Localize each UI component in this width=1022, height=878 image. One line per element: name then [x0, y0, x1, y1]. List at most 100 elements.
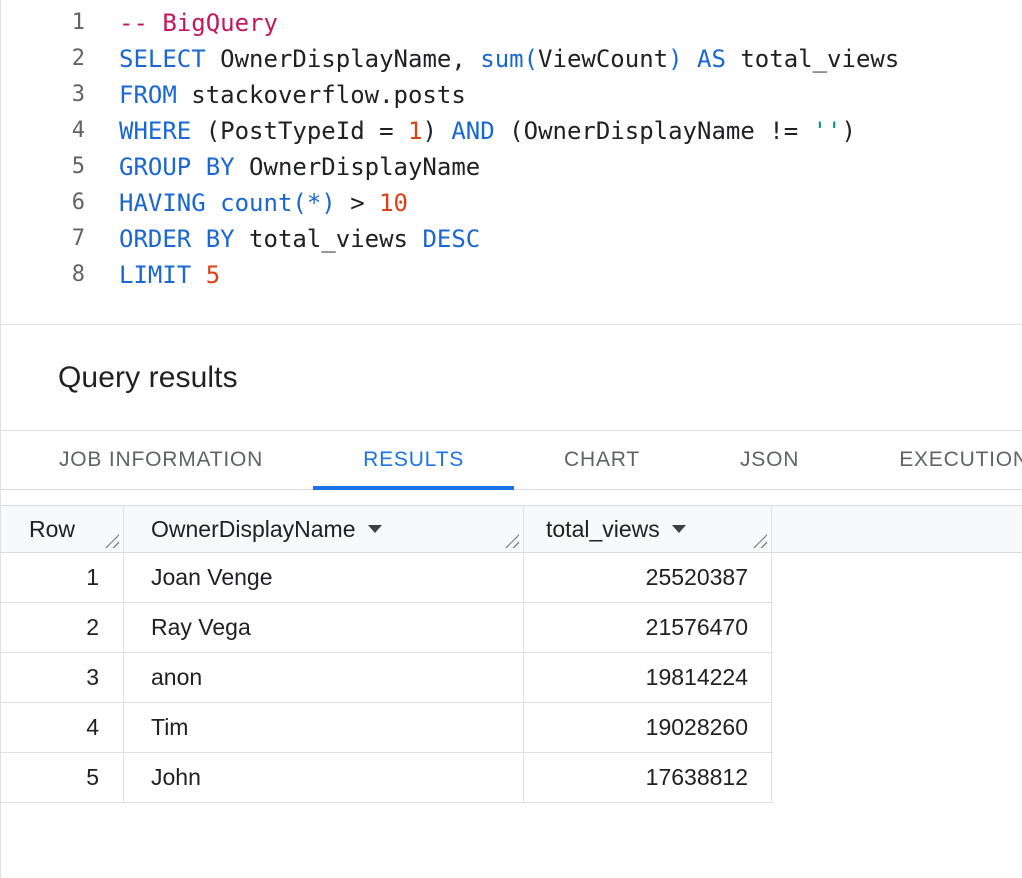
code-token-pl: total_views	[726, 45, 899, 73]
column-header-ownerdisplayname[interactable]: OwnerDisplayName	[124, 506, 524, 552]
cell-ownerdisplayname: Joan Venge	[124, 553, 524, 602]
code-token-kw: WHERE	[119, 117, 191, 145]
code-line: 6HAVING count(*) > 10	[1, 185, 1022, 221]
code-token-pl: )	[842, 117, 856, 145]
code-text: WHERE (PostTypeId = 1) AND (OwnerDisplay…	[85, 113, 856, 149]
code-text: -- BigQuery	[85, 5, 278, 41]
table-row[interactable]: 2Ray Vega21576470	[1, 603, 773, 653]
sort-dropdown-icon[interactable]	[672, 525, 686, 533]
table-row[interactable]: 5John17638812	[1, 753, 773, 803]
cell-ownerdisplayname: John	[124, 753, 524, 802]
code-token-kw: FROM	[119, 81, 177, 109]
cell-total-views: 19814224	[524, 653, 772, 702]
code-token-pl: (PostTypeId =	[191, 117, 408, 145]
code-token-kw: HAVING	[119, 189, 206, 217]
code-token-pl: (OwnerDisplayName !=	[495, 117, 813, 145]
code-line: 2SELECT OwnerDisplayName, sum(ViewCount)…	[1, 41, 1022, 77]
code-token-pl: total_views	[235, 225, 423, 253]
code-token-pl: )	[422, 117, 451, 145]
cell-ownerdisplayname: Tim	[124, 703, 524, 752]
column-resize-handle[interactable]	[753, 534, 767, 548]
code-token-num: 10	[379, 189, 408, 217]
column-label: total_views	[546, 516, 660, 543]
cell-total-views: 21576470	[524, 603, 772, 652]
code-text: SELECT OwnerDisplayName, sum(ViewCount) …	[85, 41, 899, 77]
code-token-str: ''	[813, 117, 842, 145]
code-token-pl	[191, 261, 205, 289]
code-token-pl: OwnerDisplayName,	[206, 45, 481, 73]
bigquery-query-results-page: 1-- BigQuery2SELECT OwnerDisplayName, su…	[1, 0, 1022, 803]
code-line: 7 ORDER BY total_views DESC	[1, 221, 1022, 257]
sort-dropdown-icon[interactable]	[368, 525, 382, 533]
table-header-row: Row OwnerDisplayName total_views	[1, 505, 1022, 553]
code-token-num: 1	[408, 117, 422, 145]
code-token-kw: AND	[451, 117, 494, 145]
row-number-cell: 1	[1, 553, 124, 602]
line-number: 7	[1, 221, 85, 257]
results-tabs: JOB INFORMATIONRESULTSCHARTJSONEXECUTION…	[1, 431, 1022, 490]
cell-ownerdisplayname: Ray Vega	[124, 603, 524, 652]
code-token-pl: stackoverflow.posts	[177, 81, 466, 109]
row-number-cell: 3	[1, 653, 124, 702]
cell-ownerdisplayname: anon	[124, 653, 524, 702]
query-results-header: Query results	[1, 325, 1022, 431]
column-label: OwnerDisplayName	[151, 516, 356, 543]
column-header-total-views[interactable]: total_views	[524, 506, 772, 552]
line-number: 4	[1, 113, 85, 149]
code-text: FROM stackoverflow.posts	[85, 77, 466, 113]
sql-editor[interactable]: 1-- BigQuery2SELECT OwnerDisplayName, su…	[1, 0, 1022, 325]
line-number: 5	[1, 149, 85, 185]
code-token-kw: DESC	[422, 225, 480, 253]
code-token-pl: >	[336, 189, 379, 217]
code-line: 3FROM stackoverflow.posts	[1, 77, 1022, 113]
table-body: 1Joan Venge255203872Ray Vega215764703ano…	[1, 553, 1022, 803]
tab-chart[interactable]: CHART	[514, 431, 690, 489]
table-row[interactable]: 1Joan Venge25520387	[1, 553, 773, 603]
table-row[interactable]: 4Tim19028260	[1, 703, 773, 753]
row-number-cell: 5	[1, 753, 124, 802]
code-token-cm: -- BigQuery	[119, 9, 278, 37]
code-token-pl: OwnerDisplayName	[235, 153, 481, 181]
column-resize-handle[interactable]	[105, 534, 119, 548]
code-line: 4WHERE (PostTypeId = 1) AND (OwnerDispla…	[1, 113, 1022, 149]
table-row[interactable]: 3anon19814224	[1, 653, 773, 703]
row-number-cell: 2	[1, 603, 124, 652]
code-text: GROUP BY OwnerDisplayName	[85, 149, 480, 185]
column-header-row[interactable]: Row	[1, 506, 124, 552]
line-number: 6	[1, 185, 85, 221]
line-number: 2	[1, 41, 85, 77]
page-title: Query results	[58, 361, 238, 395]
line-number: 1	[1, 5, 85, 41]
column-resize-handle[interactable]	[505, 534, 519, 548]
column-label: Row	[29, 516, 75, 543]
code-token-kw: sum(	[480, 45, 538, 73]
tab-job-information[interactable]: JOB INFORMATION	[9, 431, 313, 489]
cell-total-views: 17638812	[524, 753, 772, 802]
code-line: 8LIMIT 5	[1, 257, 1022, 293]
cell-total-views: 19028260	[524, 703, 772, 752]
tab-results[interactable]: RESULTS	[313, 431, 514, 489]
code-token-kw: ORDER BY	[119, 225, 235, 253]
code-token-pl	[206, 189, 220, 217]
results-table: Row OwnerDisplayName total_views 1Joan Ven…	[1, 505, 1022, 803]
header-filler	[772, 506, 1022, 552]
line-number: 3	[1, 77, 85, 113]
code-token-pl: ViewCount	[538, 45, 668, 73]
code-line: 1 -- BigQuery	[1, 5, 1022, 41]
code-text: HAVING count(*) > 10	[85, 185, 408, 221]
code-token-kw: GROUP BY	[119, 153, 235, 181]
row-number-cell: 4	[1, 703, 124, 752]
code-token-kw: SELECT	[119, 45, 206, 73]
code-token-kw: count(*)	[220, 189, 336, 217]
code-token-kw: )	[668, 45, 682, 73]
code-text: LIMIT 5	[85, 257, 220, 293]
code-token-num: 5	[206, 261, 220, 289]
code-area[interactable]: 1-- BigQuery2SELECT OwnerDisplayName, su…	[1, 5, 1022, 293]
tab-execution-details[interactable]: EXECUTION DETAILS	[849, 431, 1022, 489]
code-token-kw: LIMIT	[119, 261, 191, 289]
code-token-kw: AS	[697, 45, 726, 73]
code-token-pl	[683, 45, 697, 73]
cell-total-views: 25520387	[524, 553, 772, 602]
code-line: 5GROUP BY OwnerDisplayName	[1, 149, 1022, 185]
tab-json[interactable]: JSON	[690, 431, 849, 489]
